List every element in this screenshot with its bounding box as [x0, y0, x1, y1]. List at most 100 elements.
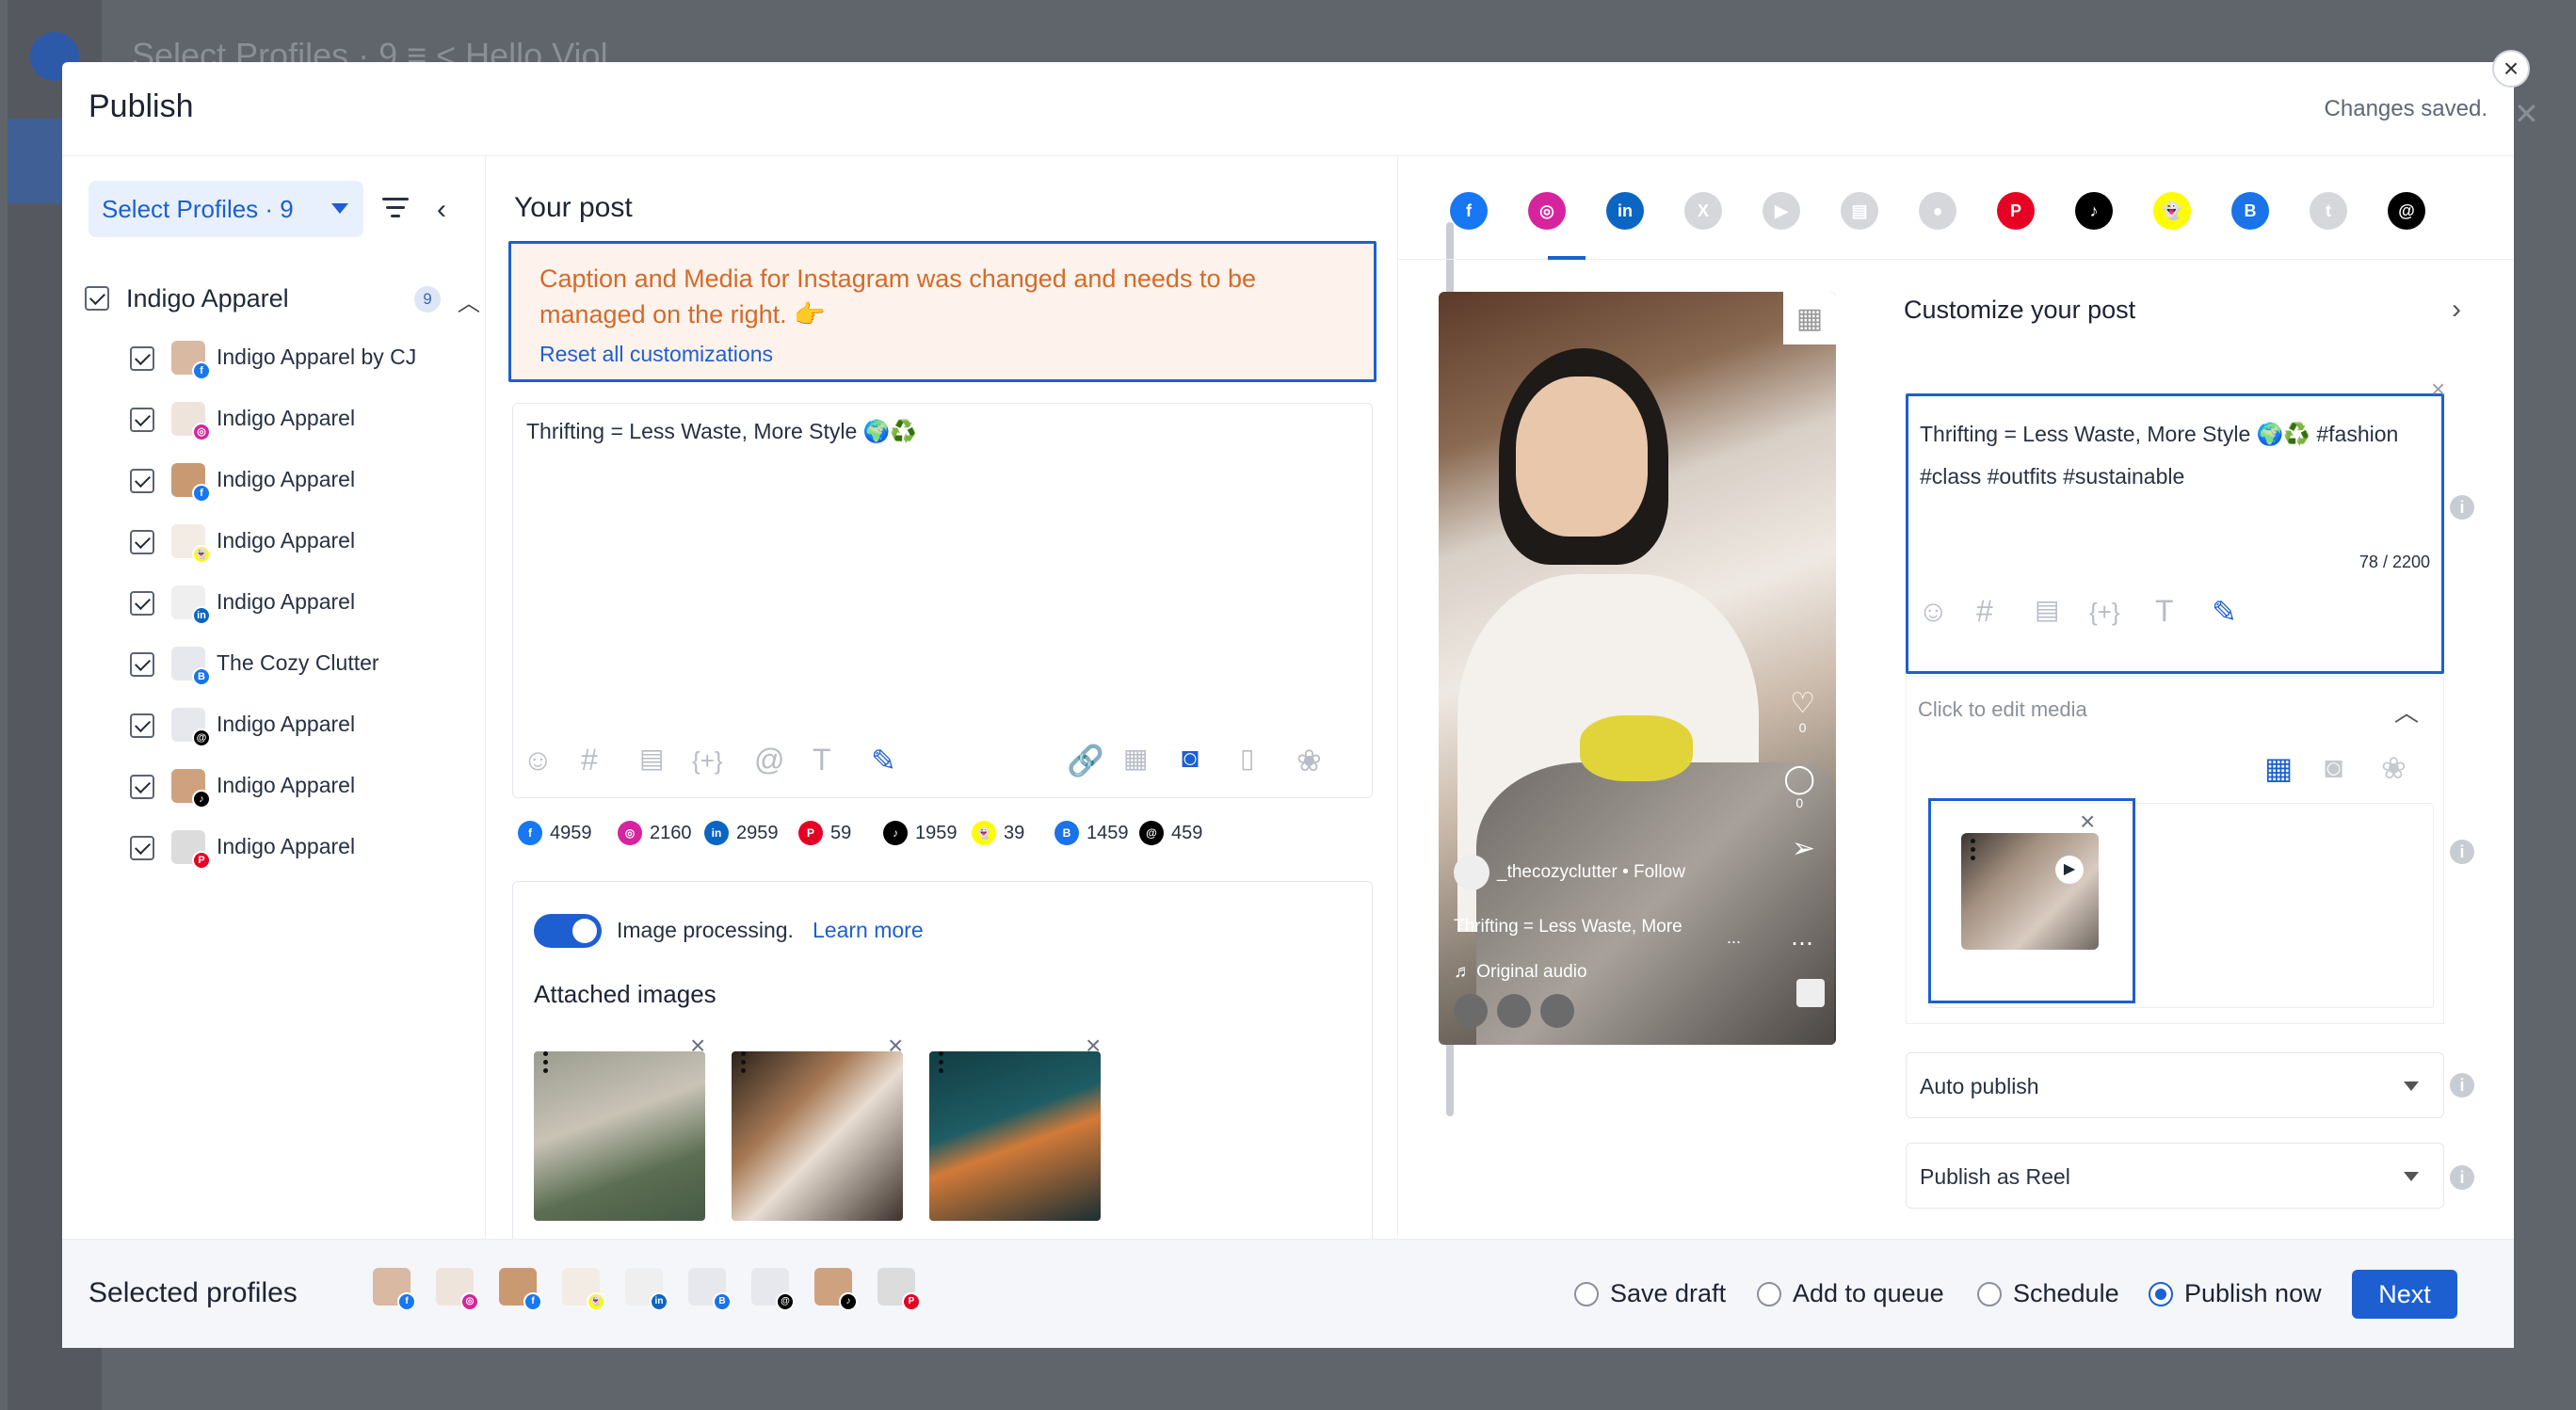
profile-group[interactable]: Indigo Apparel 9 ︿ — [85, 280, 480, 318]
publish-as-select[interactable]: Publish as Reel — [1906, 1143, 2444, 1209]
hashtag-icon[interactable]: # — [1976, 594, 1993, 629]
remove-image-icon[interactable]: × — [888, 1031, 903, 1061]
profile-checkbox[interactable] — [130, 713, 154, 738]
drag-handle-icon[interactable] — [543, 1051, 549, 1077]
media-library-icon[interactable]: ❀ — [1296, 743, 1322, 778]
radio-selected[interactable] — [2149, 1281, 2173, 1306]
clear-caption-icon[interactable]: × — [2431, 375, 2445, 404]
attached-image[interactable]: × — [929, 1031, 1127, 1221]
info-icon[interactable]: i — [2450, 1073, 2474, 1098]
attached-image[interactable]: × — [534, 1031, 732, 1221]
mention-icon[interactable]: @ — [754, 743, 784, 777]
profile-row[interactable]: ♪ Indigo Apparel — [130, 763, 469, 810]
drag-handle-icon[interactable] — [939, 1051, 944, 1077]
drag-handle-icon[interactable] — [1971, 839, 1975, 864]
profile-row[interactable]: @ Indigo Apparel — [130, 702, 469, 749]
radio[interactable] — [1977, 1281, 2002, 1306]
profile-checkbox[interactable] — [130, 591, 154, 616]
next-button[interactable]: Next — [2352, 1270, 2457, 1319]
facebook-icon[interactable]: f — [1450, 192, 1488, 230]
remove-media-icon[interactable]: × — [2080, 807, 2095, 837]
video-icon[interactable]: ▦ — [1123, 743, 1148, 774]
camera-icon[interactable]: ◙ — [1182, 743, 1199, 775]
instagram-icon[interactable]: ◎ — [1528, 192, 1566, 230]
collapse-panel-icon[interactable]: ‹ — [437, 194, 446, 226]
link-icon[interactable]: 🔗 — [1067, 743, 1104, 778]
google-business-icon[interactable]: B — [2231, 192, 2269, 230]
selected-profile-avatar[interactable]: ◎ — [436, 1268, 479, 1311]
play-icon[interactable]: ▶ — [2055, 856, 2084, 884]
text-format-icon[interactable]: T — [2155, 594, 2174, 629]
info-icon[interactable]: i — [2450, 840, 2474, 864]
reset-customizations-link[interactable]: Reset all customizations — [539, 342, 773, 367]
auto-publish-select[interactable]: Auto publish — [1906, 1052, 2444, 1118]
selected-profile-avatar[interactable]: f — [373, 1268, 416, 1311]
close-modal-button[interactable]: × — [2492, 50, 2530, 88]
tiktok-icon[interactable]: ♪ — [2075, 192, 2113, 230]
info-icon[interactable]: i — [2450, 1165, 2474, 1190]
caption-text[interactable]: Thrifting = Less Waste, More Style 🌍♻️ — [526, 419, 917, 444]
variables-icon[interactable]: {+} — [2089, 598, 2120, 627]
video-icon[interactable]: ▦ — [2264, 750, 2293, 786]
linkedin-icon[interactable]: in — [1606, 192, 1644, 230]
hashtag-icon[interactable]: # — [581, 743, 598, 777]
profile-row[interactable]: in Indigo Apparel — [130, 580, 469, 627]
profile-row[interactable]: B The Cozy Clutter — [130, 641, 469, 688]
text-format-icon[interactable]: T — [813, 743, 831, 777]
selected-profile-avatar[interactable]: P — [877, 1268, 921, 1311]
x-icon[interactable]: X — [1684, 192, 1722, 230]
snapchat-icon[interactable]: 👻 — [2153, 192, 2191, 230]
selected-profile-avatar[interactable]: f — [499, 1268, 542, 1311]
custom-caption-editor[interactable]: Thrifting = Less Waste, More Style 🌍♻️ #… — [1906, 393, 2444, 674]
profile-checkbox[interactable] — [130, 530, 154, 554]
filter-icon[interactable] — [382, 198, 409, 220]
profile-checkbox[interactable] — [130, 408, 154, 432]
youtube-icon[interactable]: ▶ — [1763, 192, 1800, 230]
pinterest-icon[interactable]: P — [1997, 192, 2035, 230]
variables-icon[interactable]: {+} — [692, 746, 723, 776]
profile-checkbox[interactable] — [130, 836, 154, 860]
ai-assist-icon[interactable]: ✎ — [2212, 594, 2237, 630]
select-profiles-dropdown[interactable]: Select Profiles · 9 — [89, 181, 363, 237]
media-library-icon[interactable]: ❀ — [2381, 750, 2407, 786]
selected-profile-avatar[interactable]: ♪ — [814, 1268, 858, 1311]
chevron-right-icon[interactable]: › — [2452, 294, 2461, 326]
profile-row[interactable]: P Indigo Apparel — [130, 825, 469, 872]
save-draft-option[interactable]: Save draft — [1574, 1279, 1726, 1308]
remove-image-icon[interactable]: × — [1086, 1031, 1101, 1061]
google-docs-icon[interactable]: ▤ — [1841, 192, 1878, 230]
document-icon[interactable]: ▯ — [1240, 743, 1254, 774]
emoji-icon[interactable]: ☺ — [523, 743, 554, 777]
selected-profile-avatar[interactable]: @ — [751, 1268, 795, 1311]
camera-icon[interactable]: ◙ — [2325, 750, 2343, 785]
threads-icon[interactable]: @ — [2388, 192, 2425, 230]
group-checkbox[interactable] — [85, 286, 109, 311]
reddit-icon[interactable]: ● — [1919, 192, 1956, 230]
info-icon[interactable]: i — [2450, 495, 2474, 520]
drag-handle-icon[interactable] — [741, 1051, 747, 1077]
chevron-up-icon[interactable]: ︿ — [2394, 694, 2419, 729]
profile-row[interactable]: 👻 Indigo Apparel — [130, 519, 469, 566]
tumblr-icon[interactable]: t — [2310, 192, 2347, 230]
profile-row[interactable]: f Indigo Apparel by CJ — [130, 335, 469, 382]
ai-assist-icon[interactable]: ✎ — [871, 743, 896, 778]
chevron-up-icon[interactable]: ︿ — [458, 284, 480, 317]
custom-media-thumbnail[interactable]: ▶ × — [1928, 798, 2135, 1003]
remove-image-icon[interactable]: × — [690, 1031, 705, 1061]
selected-profile-avatar[interactable]: B — [688, 1268, 732, 1311]
profile-row[interactable]: ◎ Indigo Apparel — [130, 396, 469, 443]
profile-checkbox[interactable] — [130, 775, 154, 799]
profile-row[interactable]: f Indigo Apparel — [130, 457, 469, 505]
custom-caption-text[interactable]: Thrifting = Less Waste, More Style 🌍♻️ #… — [1920, 413, 2428, 498]
snippet-icon[interactable]: ▤ — [639, 743, 664, 774]
attached-image[interactable]: × — [732, 1031, 929, 1221]
radio[interactable] — [1757, 1281, 1781, 1306]
edit-media-label[interactable]: Click to edit media — [1918, 697, 2087, 722]
grid-icon[interactable]: ▦ — [1783, 292, 1836, 344]
emoji-icon[interactable]: ☺ — [1918, 594, 1949, 629]
caption-editor[interactable]: Thrifting = Less Waste, More Style 🌍♻️ ☺… — [512, 403, 1373, 798]
image-processing-toggle[interactable] — [534, 914, 602, 948]
selected-profile-avatar[interactable]: 👻 — [562, 1268, 605, 1311]
profile-checkbox[interactable] — [130, 652, 154, 677]
snippet-icon[interactable]: ▤ — [2035, 594, 2059, 625]
